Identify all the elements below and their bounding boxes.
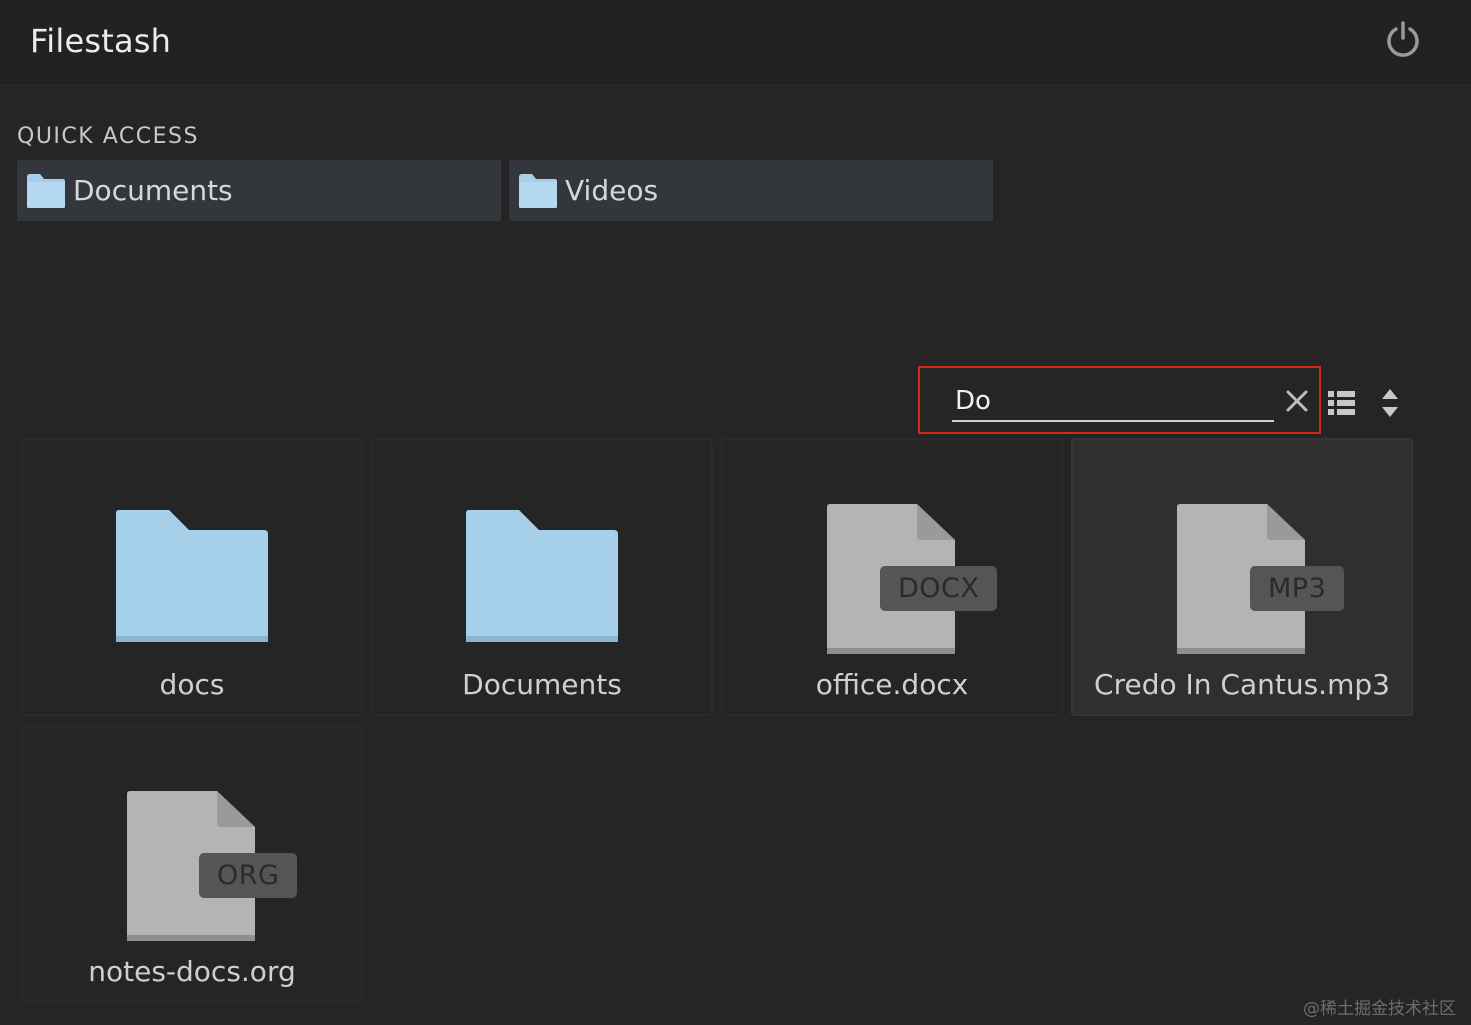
file-name: notes-docs.org xyxy=(88,955,296,988)
file-name: Documents xyxy=(462,668,622,701)
file-name: Credo In Cantus.mp3 xyxy=(1094,668,1390,701)
folder-icon xyxy=(27,173,65,208)
folder-icon xyxy=(466,510,618,642)
quick-access-label: Documents xyxy=(73,174,233,207)
search-input[interactable] xyxy=(952,382,1274,422)
watermark: @稀土掘金技术社区 xyxy=(1303,999,1456,1019)
file-tile-office-docx[interactable]: DOCX office.docx xyxy=(721,438,1063,716)
filestash-app: Filestash QUICK ACCESS Documents Videos xyxy=(0,0,1471,1025)
view-toggle-button[interactable] xyxy=(1327,388,1357,418)
search-box xyxy=(918,366,1321,434)
power-icon xyxy=(1387,21,1419,57)
quick-access-label: Videos xyxy=(565,174,659,207)
sort-icon xyxy=(1382,389,1398,417)
top-header: Filestash xyxy=(0,0,1471,86)
file-name: office.docx xyxy=(815,668,969,701)
file-tile-docs[interactable]: docs xyxy=(21,438,363,716)
file-name: docs xyxy=(159,668,225,701)
search-clear-button[interactable] xyxy=(1284,388,1310,414)
logout-button[interactable] xyxy=(1381,18,1425,62)
file-tile-documents[interactable]: Documents xyxy=(371,438,713,716)
folder-icon xyxy=(116,510,268,642)
file-tile-notes-docs-org[interactable]: ORG notes-docs.org xyxy=(21,725,363,1003)
file-type-badge: MP3 xyxy=(1250,566,1345,611)
quick-access-documents[interactable]: Documents xyxy=(17,160,501,221)
file-type-badge: DOCX xyxy=(880,566,998,611)
file-tile-credo-mp3[interactable]: MP3 Credo In Cantus.mp3 xyxy=(1071,438,1413,716)
folder-icon xyxy=(519,173,557,208)
quick-access-heading: QUICK ACCESS xyxy=(17,124,199,149)
file-type-badge: ORG xyxy=(199,853,298,898)
list-view-icon xyxy=(1328,391,1355,415)
quick-access-videos[interactable]: Videos xyxy=(509,160,993,221)
close-icon xyxy=(1286,390,1308,412)
sort-button[interactable] xyxy=(1378,386,1402,420)
app-title: Filestash xyxy=(30,22,172,60)
